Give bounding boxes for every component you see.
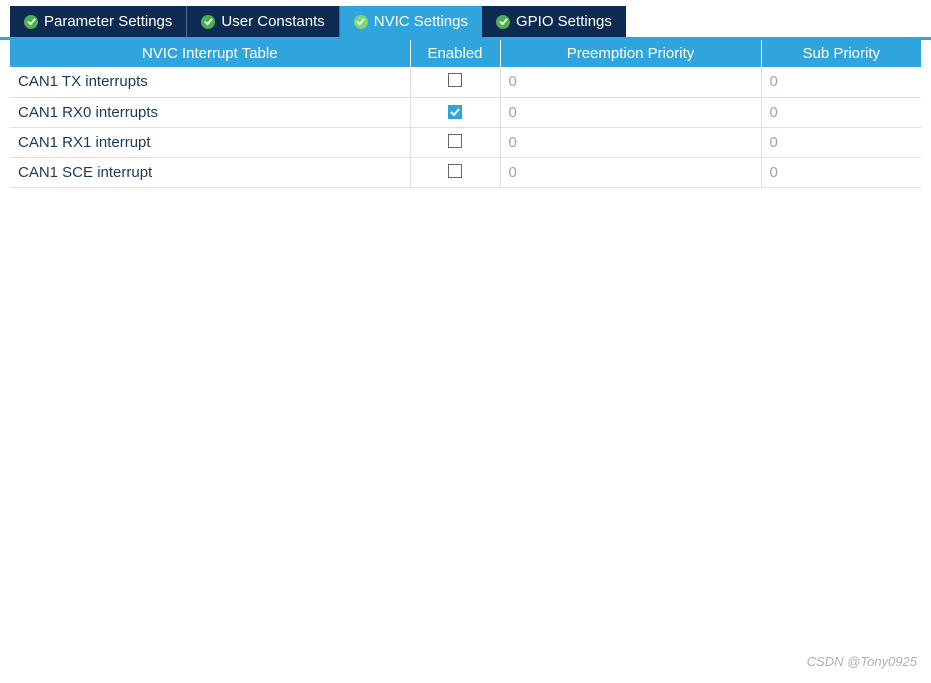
tab-gpio-settings[interactable]: GPIO Settings bbox=[482, 6, 626, 37]
tab-user-constants[interactable]: User Constants bbox=[187, 6, 339, 37]
table-row[interactable]: CAN1 RX1 interrupt 0 0 bbox=[10, 127, 921, 157]
col-header-enabled[interactable]: Enabled bbox=[410, 40, 500, 67]
enabled-cell bbox=[410, 67, 500, 97]
tab-bar: Parameter Settings User Constants NVIC S… bbox=[0, 0, 931, 40]
interrupt-name: CAN1 TX interrupts bbox=[10, 67, 410, 97]
enabled-checkbox[interactable] bbox=[448, 164, 462, 178]
enabled-checkbox[interactable] bbox=[448, 105, 462, 119]
interrupt-name: CAN1 SCE interrupt bbox=[10, 157, 410, 187]
table-row[interactable]: CAN1 TX interrupts 0 0 bbox=[10, 67, 921, 97]
content-area: NVIC Interrupt Table Enabled Preemption … bbox=[0, 40, 931, 188]
col-header-name[interactable]: NVIC Interrupt Table bbox=[10, 40, 410, 67]
tab-label: GPIO Settings bbox=[516, 13, 612, 30]
preemption-priority[interactable]: 0 bbox=[500, 157, 761, 187]
enabled-cell bbox=[410, 157, 500, 187]
col-header-sub[interactable]: Sub Priority bbox=[761, 40, 921, 67]
tab-label: User Constants bbox=[221, 13, 324, 30]
table-row[interactable]: CAN1 SCE interrupt 0 0 bbox=[10, 157, 921, 187]
interrupt-name: CAN1 RX1 interrupt bbox=[10, 127, 410, 157]
col-header-preemption[interactable]: Preemption Priority bbox=[500, 40, 761, 67]
enabled-cell bbox=[410, 97, 500, 127]
check-icon bbox=[354, 15, 368, 29]
check-icon bbox=[201, 15, 215, 29]
sub-priority[interactable]: 0 bbox=[761, 157, 921, 187]
sub-priority[interactable]: 0 bbox=[761, 97, 921, 127]
tab-label: NVIC Settings bbox=[374, 13, 468, 30]
check-icon bbox=[24, 15, 38, 29]
preemption-priority[interactable]: 0 bbox=[500, 127, 761, 157]
sub-priority[interactable]: 0 bbox=[761, 67, 921, 97]
table-body: CAN1 TX interrupts 0 0 CAN1 RX0 interrup… bbox=[10, 67, 921, 187]
sub-priority[interactable]: 0 bbox=[761, 127, 921, 157]
nvic-interrupt-table: NVIC Interrupt Table Enabled Preemption … bbox=[10, 40, 921, 188]
preemption-priority[interactable]: 0 bbox=[500, 97, 761, 127]
enabled-checkbox[interactable] bbox=[448, 134, 462, 148]
preemption-priority[interactable]: 0 bbox=[500, 67, 761, 97]
tab-label: Parameter Settings bbox=[44, 13, 172, 30]
watermark: CSDN @Tony0925 bbox=[807, 654, 917, 669]
enabled-cell bbox=[410, 127, 500, 157]
enabled-checkbox[interactable] bbox=[448, 73, 462, 87]
interrupt-name: CAN1 RX0 interrupts bbox=[10, 97, 410, 127]
tab-parameter-settings[interactable]: Parameter Settings bbox=[10, 6, 187, 37]
table-row[interactable]: CAN1 RX0 interrupts 0 0 bbox=[10, 97, 921, 127]
check-icon bbox=[496, 15, 510, 29]
tab-nvic-settings[interactable]: NVIC Settings bbox=[340, 6, 482, 37]
